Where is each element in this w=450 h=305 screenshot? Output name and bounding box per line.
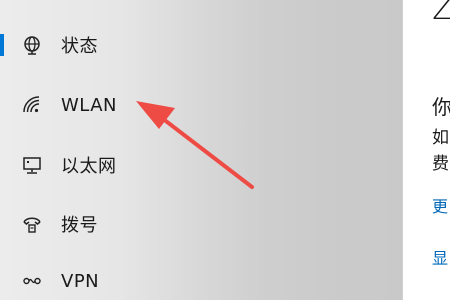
main-content: Z 你 如 费 更 显 (403, 0, 450, 300)
globe-icon (22, 35, 42, 55)
sidebar-item-ethernet[interactable]: 以太网 (0, 141, 402, 189)
sidebar-item-wlan[interactable]: WLAN (0, 81, 402, 129)
dial-up-icon (22, 214, 42, 234)
link-show-networks[interactable]: 显 (432, 245, 448, 269)
sidebar-item-vpn[interactable]: VPN (0, 257, 402, 305)
sidebar-item-status[interactable]: 状态 (0, 21, 402, 69)
sidebar-item-label: WLAN (61, 94, 118, 116)
sidebar-item-label: VPN (61, 270, 100, 292)
sidebar: 状态 WLAN 以太网 拨号 VPN (0, 0, 402, 300)
selected-indicator (0, 34, 4, 56)
sidebar-item-label: 状态 (61, 36, 98, 57)
body-text-line: 费 (432, 154, 449, 174)
ethernet-icon (22, 155, 42, 175)
vpn-icon (22, 271, 42, 291)
body-text-line: 如 (432, 128, 449, 148)
sidebar-item-label: 以太网 (61, 156, 117, 177)
wifi-icon (22, 95, 42, 115)
section-heading: 你 (432, 95, 450, 119)
sidebar-item-label: 拨号 (61, 215, 98, 236)
link-change-properties[interactable]: 更 (432, 193, 448, 217)
sidebar-item-dialup[interactable]: 拨号 (0, 200, 402, 248)
page-title: Z (432, 0, 450, 28)
